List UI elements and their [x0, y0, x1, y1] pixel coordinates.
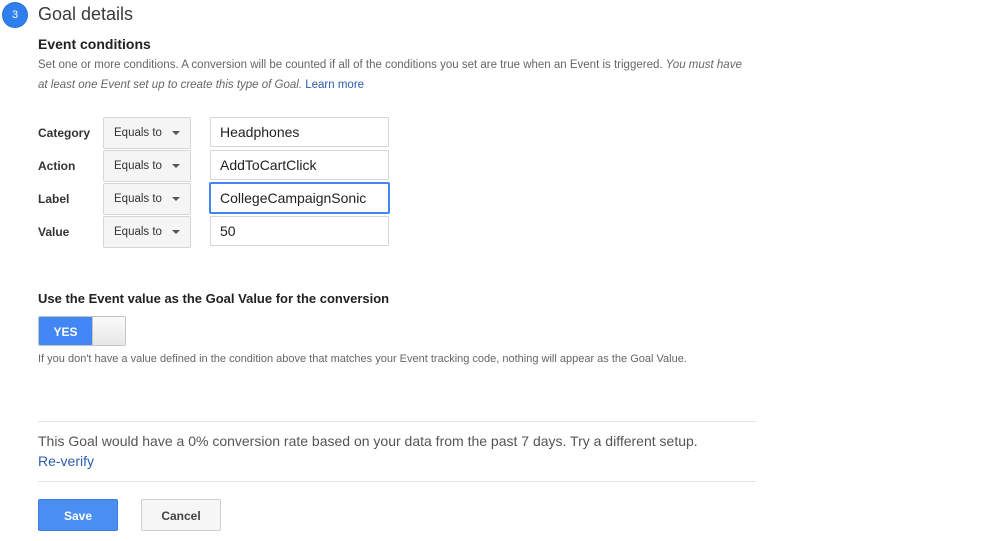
learn-more-link[interactable]: Learn more — [305, 79, 364, 91]
operator-select-label: Equals to — [114, 127, 162, 139]
goal-value-help: If you don't have a value defined in the… — [38, 353, 687, 365]
operator-select-label: Equals to — [114, 193, 162, 205]
cancel-button[interactable]: Cancel — [141, 499, 221, 531]
toggle-knob[interactable] — [92, 317, 125, 345]
goal-value-toggle[interactable]: YES — [38, 316, 126, 346]
operator-select-label: Equals to — [114, 160, 162, 172]
condition-row-value: Value Equals to — [38, 216, 398, 248]
event-conditions-title: Event conditions — [38, 36, 151, 52]
operator-select-label: Equals to — [114, 226, 162, 238]
verification-message: This Goal would have a 0% conversion rat… — [38, 433, 698, 449]
operator-select[interactable]: Equals to — [103, 216, 191, 248]
caret-down-icon — [172, 164, 180, 168]
condition-row-label: Label Equals to — [38, 183, 398, 215]
caret-down-icon — [172, 131, 180, 135]
condition-value-input[interactable] — [210, 117, 389, 147]
condition-row-action: Action Equals to — [38, 150, 398, 182]
divider — [38, 481, 756, 482]
reverify-link[interactable]: Re-verify — [38, 453, 94, 469]
operator-select[interactable]: Equals to — [103, 150, 191, 182]
condition-label: Label — [38, 192, 70, 206]
event-conditions-help: Set one or more conditions. A conversion… — [38, 55, 748, 95]
help-text: Set one or more conditions. A conversion… — [38, 59, 663, 71]
save-button[interactable]: Save — [38, 499, 118, 531]
step-title: Goal details — [38, 4, 134, 24]
condition-value-input[interactable] — [210, 150, 389, 180]
operator-select[interactable]: Equals to — [103, 183, 191, 215]
toggle-on-label: YES — [39, 317, 92, 345]
condition-label: Category — [38, 126, 91, 140]
condition-row-category: Category Equals to — [38, 117, 398, 149]
condition-label: Value — [38, 225, 70, 239]
step-number-badge: 3 — [3, 3, 27, 27]
divider — [38, 421, 756, 422]
caret-down-icon — [172, 197, 180, 201]
condition-value-input[interactable] — [210, 183, 389, 213]
condition-value-input[interactable] — [210, 216, 389, 246]
condition-label: Action — [38, 159, 76, 173]
goal-value-title: Use the Event value as the Goal Value fo… — [38, 291, 390, 306]
operator-select[interactable]: Equals to — [103, 117, 191, 149]
caret-down-icon — [172, 230, 180, 234]
